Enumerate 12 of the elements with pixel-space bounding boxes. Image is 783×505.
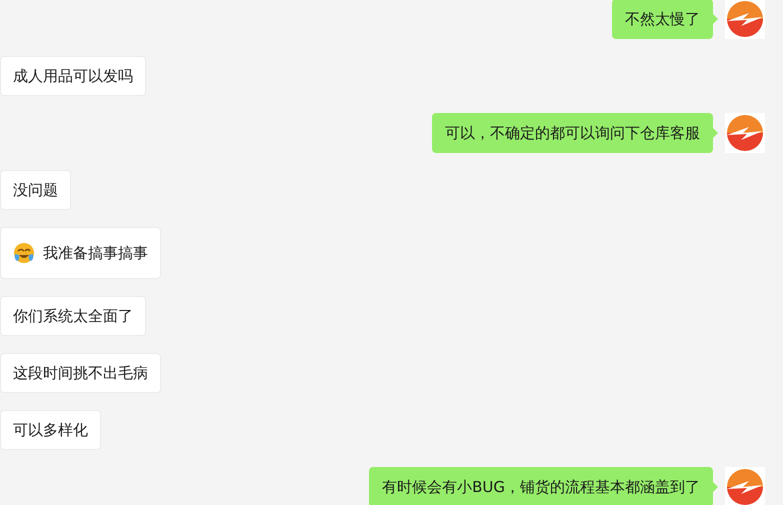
avatar-logo-icon[interactable] <box>725 467 765 505</box>
message-text: 这段时间挑不出毛病 <box>13 363 148 383</box>
avatar-logo-icon[interactable] <box>725 0 765 39</box>
message-text: 不然太慢了 <box>625 9 700 29</box>
message-text: 可以，不确定的都可以询问下仓库客服 <box>445 123 700 143</box>
message-text: 你们系统太全面了 <box>13 306 133 326</box>
message-text: 成人用品可以发吗 <box>13 66 133 86</box>
message-text: 可以多样化 <box>13 420 88 440</box>
message-text: 有时候会有小BUG，铺货的流程基本都涵盖到了 <box>382 477 700 497</box>
message-text: 我准备搞事搞事 <box>43 243 148 263</box>
avatar-logo-icon[interactable] <box>725 113 765 153</box>
message-text: 没问题 <box>13 180 58 200</box>
